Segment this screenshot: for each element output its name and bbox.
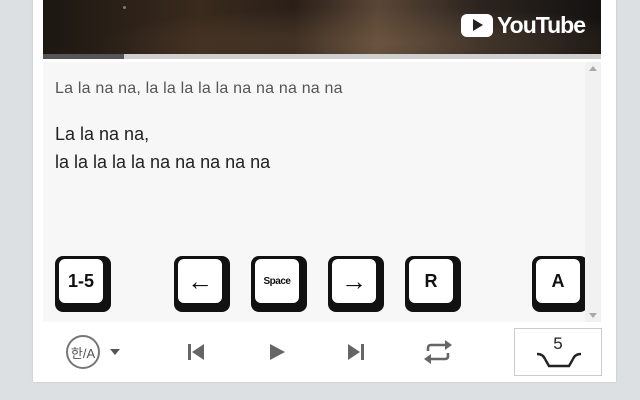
key-r-label: R: [409, 259, 453, 303]
youtube-play-icon: [461, 13, 494, 37]
lyrics-panel: YouTube La la na na, la la la la la na n…: [33, 0, 616, 382]
chevron-down-icon[interactable]: [110, 349, 120, 355]
key-1-5-button[interactable]: 1-5: [55, 256, 111, 312]
play-icon: [270, 344, 285, 360]
skip-previous-icon: [188, 344, 204, 360]
video-detail: [123, 6, 126, 9]
youtube-logo[interactable]: YouTube: [461, 11, 586, 38]
basin-icon: [536, 352, 582, 368]
previous-button[interactable]: [181, 322, 211, 382]
scroll-down-icon[interactable]: [589, 313, 597, 318]
key-a-label: A: [536, 259, 580, 303]
youtube-video[interactable]: YouTube: [43, 0, 601, 54]
lyric-current-line-2: la la la la la na na na na na: [55, 152, 271, 172]
play-button[interactable]: [262, 322, 292, 382]
key-space-button[interactable]: Space: [251, 256, 307, 312]
youtube-logo-text: YouTube: [497, 11, 586, 38]
language-toggle-button[interactable]: 한/A: [58, 322, 128, 382]
left-arrow-icon: ←: [178, 259, 222, 303]
next-button[interactable]: [341, 322, 371, 382]
lyric-current-line-1: La la na na,: [55, 124, 150, 144]
repeat-icon: [424, 340, 452, 364]
video-progress-fill: [43, 54, 124, 59]
key-right-arrow-button[interactable]: →: [328, 256, 384, 312]
lyrics-area: La la na na, la la la la la na na na na …: [43, 62, 588, 322]
language-label: 한/A: [66, 335, 100, 369]
repeat-button[interactable]: [420, 322, 456, 382]
scroll-up-icon[interactable]: [589, 66, 597, 71]
video-progress-bar[interactable]: [43, 54, 601, 59]
lyric-preview-line: La la na na, la la la la la na na na na …: [55, 80, 343, 97]
key-1-5-label: 1-5: [59, 259, 103, 303]
lyrics-scrollbar[interactable]: [585, 62, 601, 322]
key-r-button[interactable]: R: [405, 256, 461, 312]
speed-level-button[interactable]: 5: [514, 328, 602, 376]
player-toolbar: 한/A 5: [33, 322, 616, 382]
skip-next-icon: [348, 344, 364, 360]
key-a-button[interactable]: A: [532, 256, 588, 312]
key-space-label: Space: [255, 259, 299, 303]
right-arrow-icon: →: [332, 259, 376, 303]
lyric-current-text: La la na na, la la la la la na na na na …: [55, 120, 270, 176]
key-left-arrow-button[interactable]: ←: [174, 256, 230, 312]
